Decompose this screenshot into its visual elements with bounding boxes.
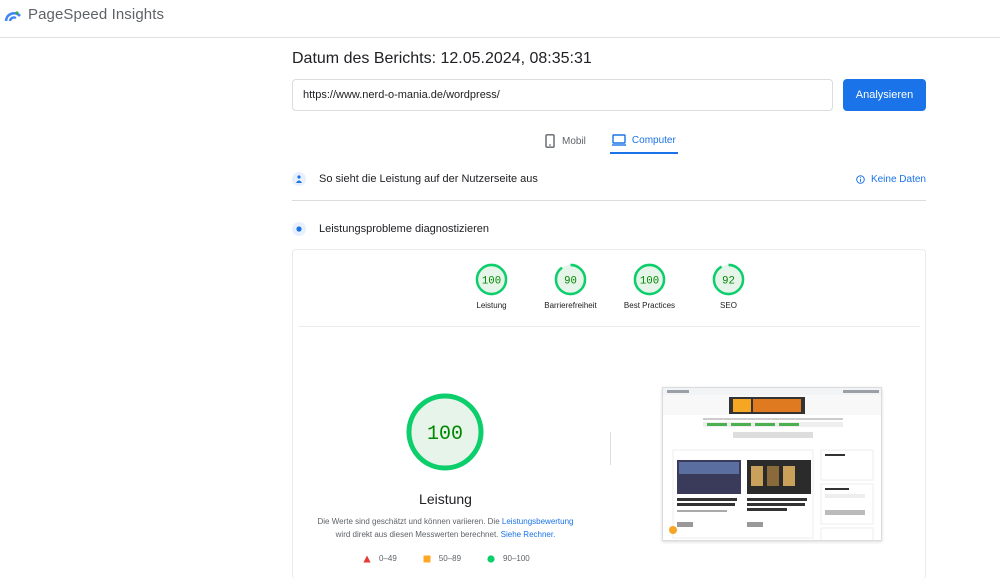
performance-big-gauge: 100 [406,393,484,471]
circle-icon [487,554,495,563]
app-title: PageSpeed Insights [28,6,165,23]
desktop-icon [611,134,626,146]
gauge-seo-label: SEO [720,301,737,310]
score-legend: 0–49 50–89 90–100 [363,554,530,563]
vertical-divider [610,432,611,465]
score-ring: 100 [475,263,508,296]
legend-fail-label: 0–49 [379,554,397,563]
scores-card: 100 Leistung 90 Barrierefreiheit 100 Bes… [292,249,926,579]
gauge-performance-value: 100 [482,275,501,287]
performance-score-value: 100 [427,423,463,446]
card-divider [299,326,920,327]
field-data-section: So sieht die Leistung auf der Nutzerseit… [292,172,926,186]
desc-text-2: wird direkt aus diesen Messwerten berech… [335,530,501,539]
desc-text-1: Die Werte sind geschätzt und können vari… [317,517,502,526]
legend-average: 50–89 [423,554,461,563]
gauge-accessibility-label: Barrierefreiheit [544,301,597,310]
gauge-best-practices[interactable]: 100 Best Practices [610,263,689,310]
gauge-performance[interactable]: 100 Leistung [452,263,531,310]
no-data-link[interactable]: Keine Daten [856,174,926,185]
field-data-title: So sieht die Leistung auf der Nutzerseit… [319,173,538,185]
flask-icon [292,222,306,236]
no-data-label: Keine Daten [870,173,926,185]
score-ring: 90 [554,263,587,296]
tab-desktop-label: Computer [631,134,676,146]
legend-fail: 0–49 [363,554,397,563]
gauge-best-practices-label: Best Practices [623,301,676,310]
users-icon [292,172,306,186]
gauge-best-practices-value: 100 [640,275,659,287]
legend-average-label: 50–89 [438,554,462,563]
info-icon [856,174,865,184]
performance-title: Leistung [419,491,472,507]
top-bar: PageSpeed Insights [0,0,1000,38]
tab-mobile-label: Mobil [562,135,586,147]
analyze-button[interactable]: Analysieren [843,79,926,111]
url-input[interactable]: https://www.nerd-o-mania.de/wordpress/ [292,79,833,111]
page-screenshot[interactable] [662,387,882,541]
pagespeed-logo-icon [4,10,21,21]
gauge-seo[interactable]: 92 SEO [689,263,768,310]
device-tabs: Mobil Computer [542,128,678,154]
score-ring: 100 [633,263,666,296]
legend-pass: 90–100 [487,554,530,563]
report-date: Datum des Berichts: 12.05.2024, 08:35:31 [292,50,592,67]
app-logo[interactable]: PageSpeed Insights [4,6,164,23]
lab-data-title: Leistungsprobleme diagnostizieren [319,223,489,235]
gauge-seo-value: 92 [722,275,735,287]
gauge-accessibility-value: 90 [564,275,577,287]
score-gauges: 100 Leistung 90 Barrierefreiheit 100 Bes… [293,263,927,310]
tab-desktop[interactable]: Computer [609,128,678,154]
gauge-accessibility[interactable]: 90 Barrierefreiheit [531,263,610,310]
phone-icon [545,134,555,148]
square-icon [423,555,431,562]
calculator-link[interactable]: Siehe Rechner. [501,530,556,539]
section-divider [292,200,926,201]
score-ring: 92 [712,263,745,296]
gauge-performance-label: Leistung [476,301,507,310]
triangle-icon [363,555,371,562]
screenshot-thumbnail [663,388,881,540]
tab-mobile[interactable]: Mobil [542,128,588,154]
performance-description: Die Werte sind geschätzt und können vari… [313,515,578,541]
score-link[interactable]: Leistungsbewertung [502,517,574,526]
legend-pass-label: 90–100 [503,554,530,563]
lab-data-section: Leistungsprobleme diagnostizieren [292,222,926,236]
